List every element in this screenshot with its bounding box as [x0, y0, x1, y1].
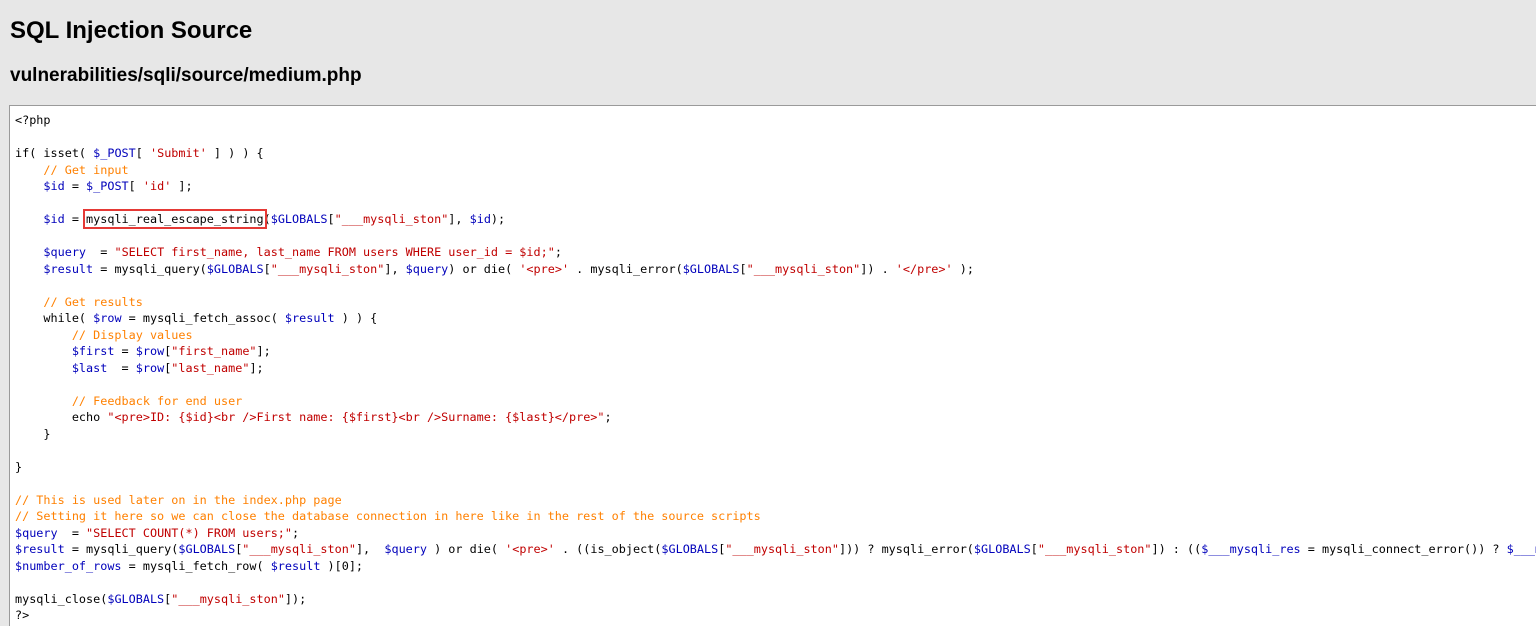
code-line: }	[15, 459, 23, 474]
code-line: while( $row = mysqli_fetch_assoc( $resul…	[15, 311, 378, 325]
source-code-panel: <?php if( isset( $_POST[ 'Submit' ] ) ) …	[9, 105, 1536, 626]
code-line: // Display values	[15, 327, 193, 342]
code-line: $result = mysqli_query($GLOBALS["___mysq…	[15, 542, 1536, 556]
code-line: $query = "SELECT first_name, last_name F…	[43, 245, 562, 259]
code-line: <?php	[15, 113, 51, 127]
code-line: $last = $row["last_name"];	[71, 360, 264, 375]
code-line: $first = $row["first_name"];	[71, 344, 271, 358]
page-title: SQL Injection Source	[10, 17, 253, 44]
code-line: ?>	[15, 608, 30, 622]
source-viewer-page: SQL Injection Source vulnerabilities/sql…	[0, 0, 1536, 626]
code-line: mysqli_close($GLOBALS["___mysqli_ston"])…	[15, 591, 307, 606]
highlighted-function-box: mysqli_real_escape_string	[83, 209, 267, 229]
code-line: echo "<pre>ID: {$id}<br />First name: {$…	[15, 410, 612, 424]
code-line: // Setting it here so we can close the d…	[15, 509, 761, 523]
code-line: $id = $_POST[ 'id' ];	[43, 179, 193, 193]
source-code-block: <?php if( isset( $_POST[ 'Submit' ] ) ) …	[15, 112, 1536, 624]
code-line: $number_of_rows = mysqli_fetch_row( $res…	[15, 558, 364, 573]
code-line: $id = mysqli_real_escape_string($GLOBALS…	[43, 209, 506, 229]
code-line: // Get results	[15, 294, 143, 309]
code-line: if( isset( $_POST[ 'Submit' ] ) ) {	[15, 146, 264, 160]
code-line: }	[15, 426, 51, 441]
code-line: // Get input	[15, 162, 129, 177]
code-line: // This is used later on in the index.ph…	[15, 492, 342, 507]
source-file-path: vulnerabilities/sqli/source/medium.php	[10, 65, 362, 86]
code-line: // Feedback for end user	[15, 393, 243, 408]
code-line: $query = "SELECT COUNT(*) FROM users;";	[15, 525, 300, 540]
code-line: $result = mysqli_query($GLOBALS["___mysq…	[43, 261, 974, 276]
